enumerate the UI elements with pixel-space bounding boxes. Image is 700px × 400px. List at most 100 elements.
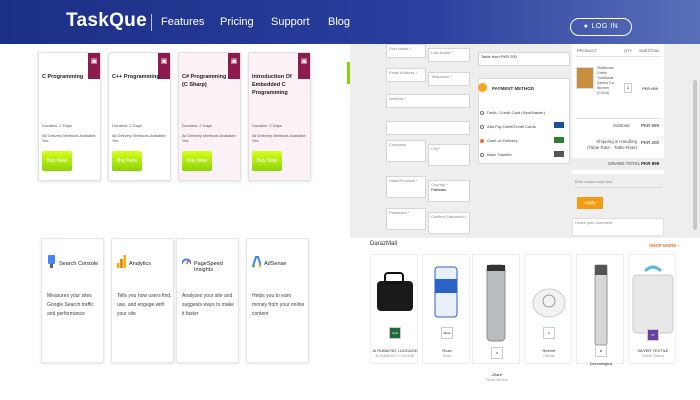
search-console-icon bbox=[48, 255, 55, 268]
tool-description: Analyzes your site and suggests ways to … bbox=[182, 293, 234, 317]
country-value: Pakistan bbox=[431, 187, 447, 192]
email-label: Email Address * bbox=[389, 70, 418, 75]
serum-bottle-image bbox=[594, 264, 608, 346]
nav-pricing[interactable]: Pricing bbox=[220, 16, 254, 28]
buy-now-button[interactable]: Buy Now bbox=[182, 151, 212, 171]
grand-total-value: PKR 899 bbox=[641, 161, 660, 166]
login-button[interactable]: ● LOG IN bbox=[570, 18, 632, 36]
comment-textarea[interactable]: Leave your comment bbox=[572, 218, 664, 236]
nav-blog[interactable]: Blog bbox=[328, 16, 350, 28]
course-delivery: All Delivery Methods Available: Yes bbox=[42, 133, 97, 143]
tool-card[interactable]: Analytics Tells you how users find, use,… bbox=[111, 238, 174, 363]
tool-card[interactable]: Search Console Measures your sites Googl… bbox=[41, 238, 104, 363]
qty-input[interactable]: 1 bbox=[624, 83, 632, 93]
analytics-icon bbox=[117, 255, 126, 268]
brand-logo: ST bbox=[647, 329, 659, 341]
coupon-input[interactable]: Enter coupon code here bbox=[575, 180, 663, 188]
coupon-placeholder: Enter coupon code here bbox=[575, 180, 613, 184]
pagespeed-icon bbox=[182, 258, 191, 265]
course-title: Introduction Of Embedded C Programming bbox=[252, 74, 292, 96]
course-delivery: All Delivery Methods Available: Yes bbox=[182, 133, 237, 143]
brand-name: Al RUBAIYAT LUGGAGE bbox=[372, 348, 418, 353]
buy-now-button[interactable]: Buy Now bbox=[112, 151, 142, 171]
nav-support[interactable]: Support bbox=[271, 16, 310, 28]
shipping-method-box[interactable]: Table from PKR 200 bbox=[478, 52, 570, 66]
buy-now-button[interactable]: Buy Now bbox=[252, 151, 282, 171]
last-name-label: Last Name * bbox=[431, 50, 454, 55]
comment-placeholder: Leave your comment bbox=[575, 220, 613, 225]
mall-item[interactable]: Roze Roze Roze bbox=[422, 254, 470, 364]
payment-radio[interactable] bbox=[480, 111, 484, 115]
mall-item[interactable]: Z Zilare Photo Service bbox=[472, 254, 520, 382]
course-title: C++ Programming bbox=[112, 74, 160, 80]
tool-card[interactable]: AdSense Helps you to earn money from you… bbox=[246, 238, 309, 363]
company-field[interactable]: Company bbox=[386, 140, 426, 162]
subtotal-value: PKR 699 bbox=[641, 123, 660, 128]
tool-name: AdSense bbox=[264, 261, 287, 267]
course-title: C Programming bbox=[42, 74, 84, 80]
bottle-image bbox=[434, 266, 458, 318]
payment-option[interactable]: Debit / Credit Card (Visa/Master) bbox=[487, 110, 545, 115]
shipping-method-text: Table from PKR 200 bbox=[481, 54, 517, 59]
brand-subtitle: Roze bbox=[442, 354, 452, 358]
course-delivery: All Delivery Methods Available: Yes bbox=[112, 133, 167, 143]
brand-name: Zilare bbox=[491, 372, 502, 377]
luggage-image bbox=[377, 272, 413, 311]
mall-item[interactable]: ALR Al RUBAIYAT LUGGAGE Al RUBAIYAT LUGG… bbox=[370, 254, 418, 364]
course-duration: Duration: 2 Days bbox=[182, 123, 212, 128]
payment-option[interactable]: Bank Transfer bbox=[487, 152, 512, 157]
mall-item[interactable]: R Reeme Reeme bbox=[524, 254, 572, 364]
brand-name: SILVER TEXTILE bbox=[637, 348, 669, 353]
address-line2-field[interactable] bbox=[386, 121, 470, 135]
summary-header-qty: QTY bbox=[624, 48, 633, 53]
logo[interactable]: TaskQue bbox=[66, 10, 147, 32]
payment-option[interactable]: Cash on Delivery bbox=[487, 138, 517, 143]
payment-radio[interactable] bbox=[480, 153, 484, 157]
payment-option[interactable]: Alfa Pay Debit/Credit Cards bbox=[487, 124, 536, 129]
password-field[interactable]: Password * bbox=[386, 208, 426, 230]
course-title: C# Programming (C Sharp) bbox=[182, 74, 227, 88]
payment-radio[interactable] bbox=[480, 125, 484, 129]
telephone-field[interactable]: Telephone * bbox=[428, 72, 470, 86]
course-card: ▣ C++ Programming Duration: 2 Days All D… bbox=[108, 52, 171, 181]
login-label: LOG IN bbox=[591, 23, 619, 30]
course-card: ▣ C# Programming (C Sharp) Duration: 2 D… bbox=[178, 52, 241, 181]
telephone-label: Telephone * bbox=[431, 74, 453, 79]
last-name-field[interactable]: Last Name * bbox=[428, 48, 470, 62]
confirm-password-label: Confirm Password * bbox=[431, 214, 467, 219]
subtotal-label: Subtotal bbox=[613, 123, 630, 128]
course-card: ▣ C Programming Duration: 2 Days All Del… bbox=[38, 52, 101, 181]
password-label: Password * bbox=[389, 210, 410, 215]
company-label: Company bbox=[389, 142, 407, 147]
address-field[interactable]: Address * bbox=[386, 94, 470, 108]
apply-coupon-button[interactable]: Apply bbox=[577, 197, 603, 209]
mall-item[interactable]: D Dermalogica bbox=[576, 254, 624, 366]
scrollbar[interactable] bbox=[693, 80, 697, 230]
divider bbox=[576, 118, 662, 119]
brand-logo: R bbox=[543, 327, 555, 339]
shop-more-link[interactable]: SHOP MORE › bbox=[649, 243, 679, 248]
country-select[interactable]: Country * Pakistan bbox=[428, 180, 470, 202]
course-duration: Duration: 2 Days bbox=[252, 123, 282, 128]
state-select[interactable]: State/Province * bbox=[386, 176, 426, 198]
divider bbox=[576, 56, 662, 57]
payment-radio-selected[interactable] bbox=[480, 139, 484, 143]
first-name-field[interactable]: First Name * bbox=[386, 44, 426, 58]
nav-divider bbox=[151, 14, 152, 31]
city-field[interactable]: City * bbox=[428, 144, 470, 166]
city-label: City * bbox=[431, 146, 441, 151]
course-duration: Duration: 2 Days bbox=[42, 123, 72, 128]
grand-total-label: GRAND TOTAL bbox=[608, 161, 641, 166]
buy-now-button[interactable]: Buy Now bbox=[42, 151, 72, 171]
confirm-password-field[interactable]: Confirm Password * bbox=[428, 212, 470, 234]
brand-logo: ALR bbox=[389, 327, 401, 339]
brand-name: Roze bbox=[442, 348, 452, 353]
brand-subtitle: Photo Service bbox=[486, 378, 508, 382]
course-delivery: All Delivery Methods Available: Yes bbox=[252, 133, 307, 143]
tool-card[interactable]: PageSpeed Insights Analyzes your site an… bbox=[176, 238, 239, 363]
nav-features[interactable]: Features bbox=[161, 16, 204, 28]
mall-item[interactable]: ST SILVER TEXTILE Textile Factory bbox=[628, 254, 676, 364]
email-field[interactable]: Email Address * bbox=[386, 68, 426, 82]
product-box-image bbox=[532, 288, 566, 318]
brand-subtitle: Al RUBAIYAT LUGGAGE bbox=[375, 354, 415, 358]
